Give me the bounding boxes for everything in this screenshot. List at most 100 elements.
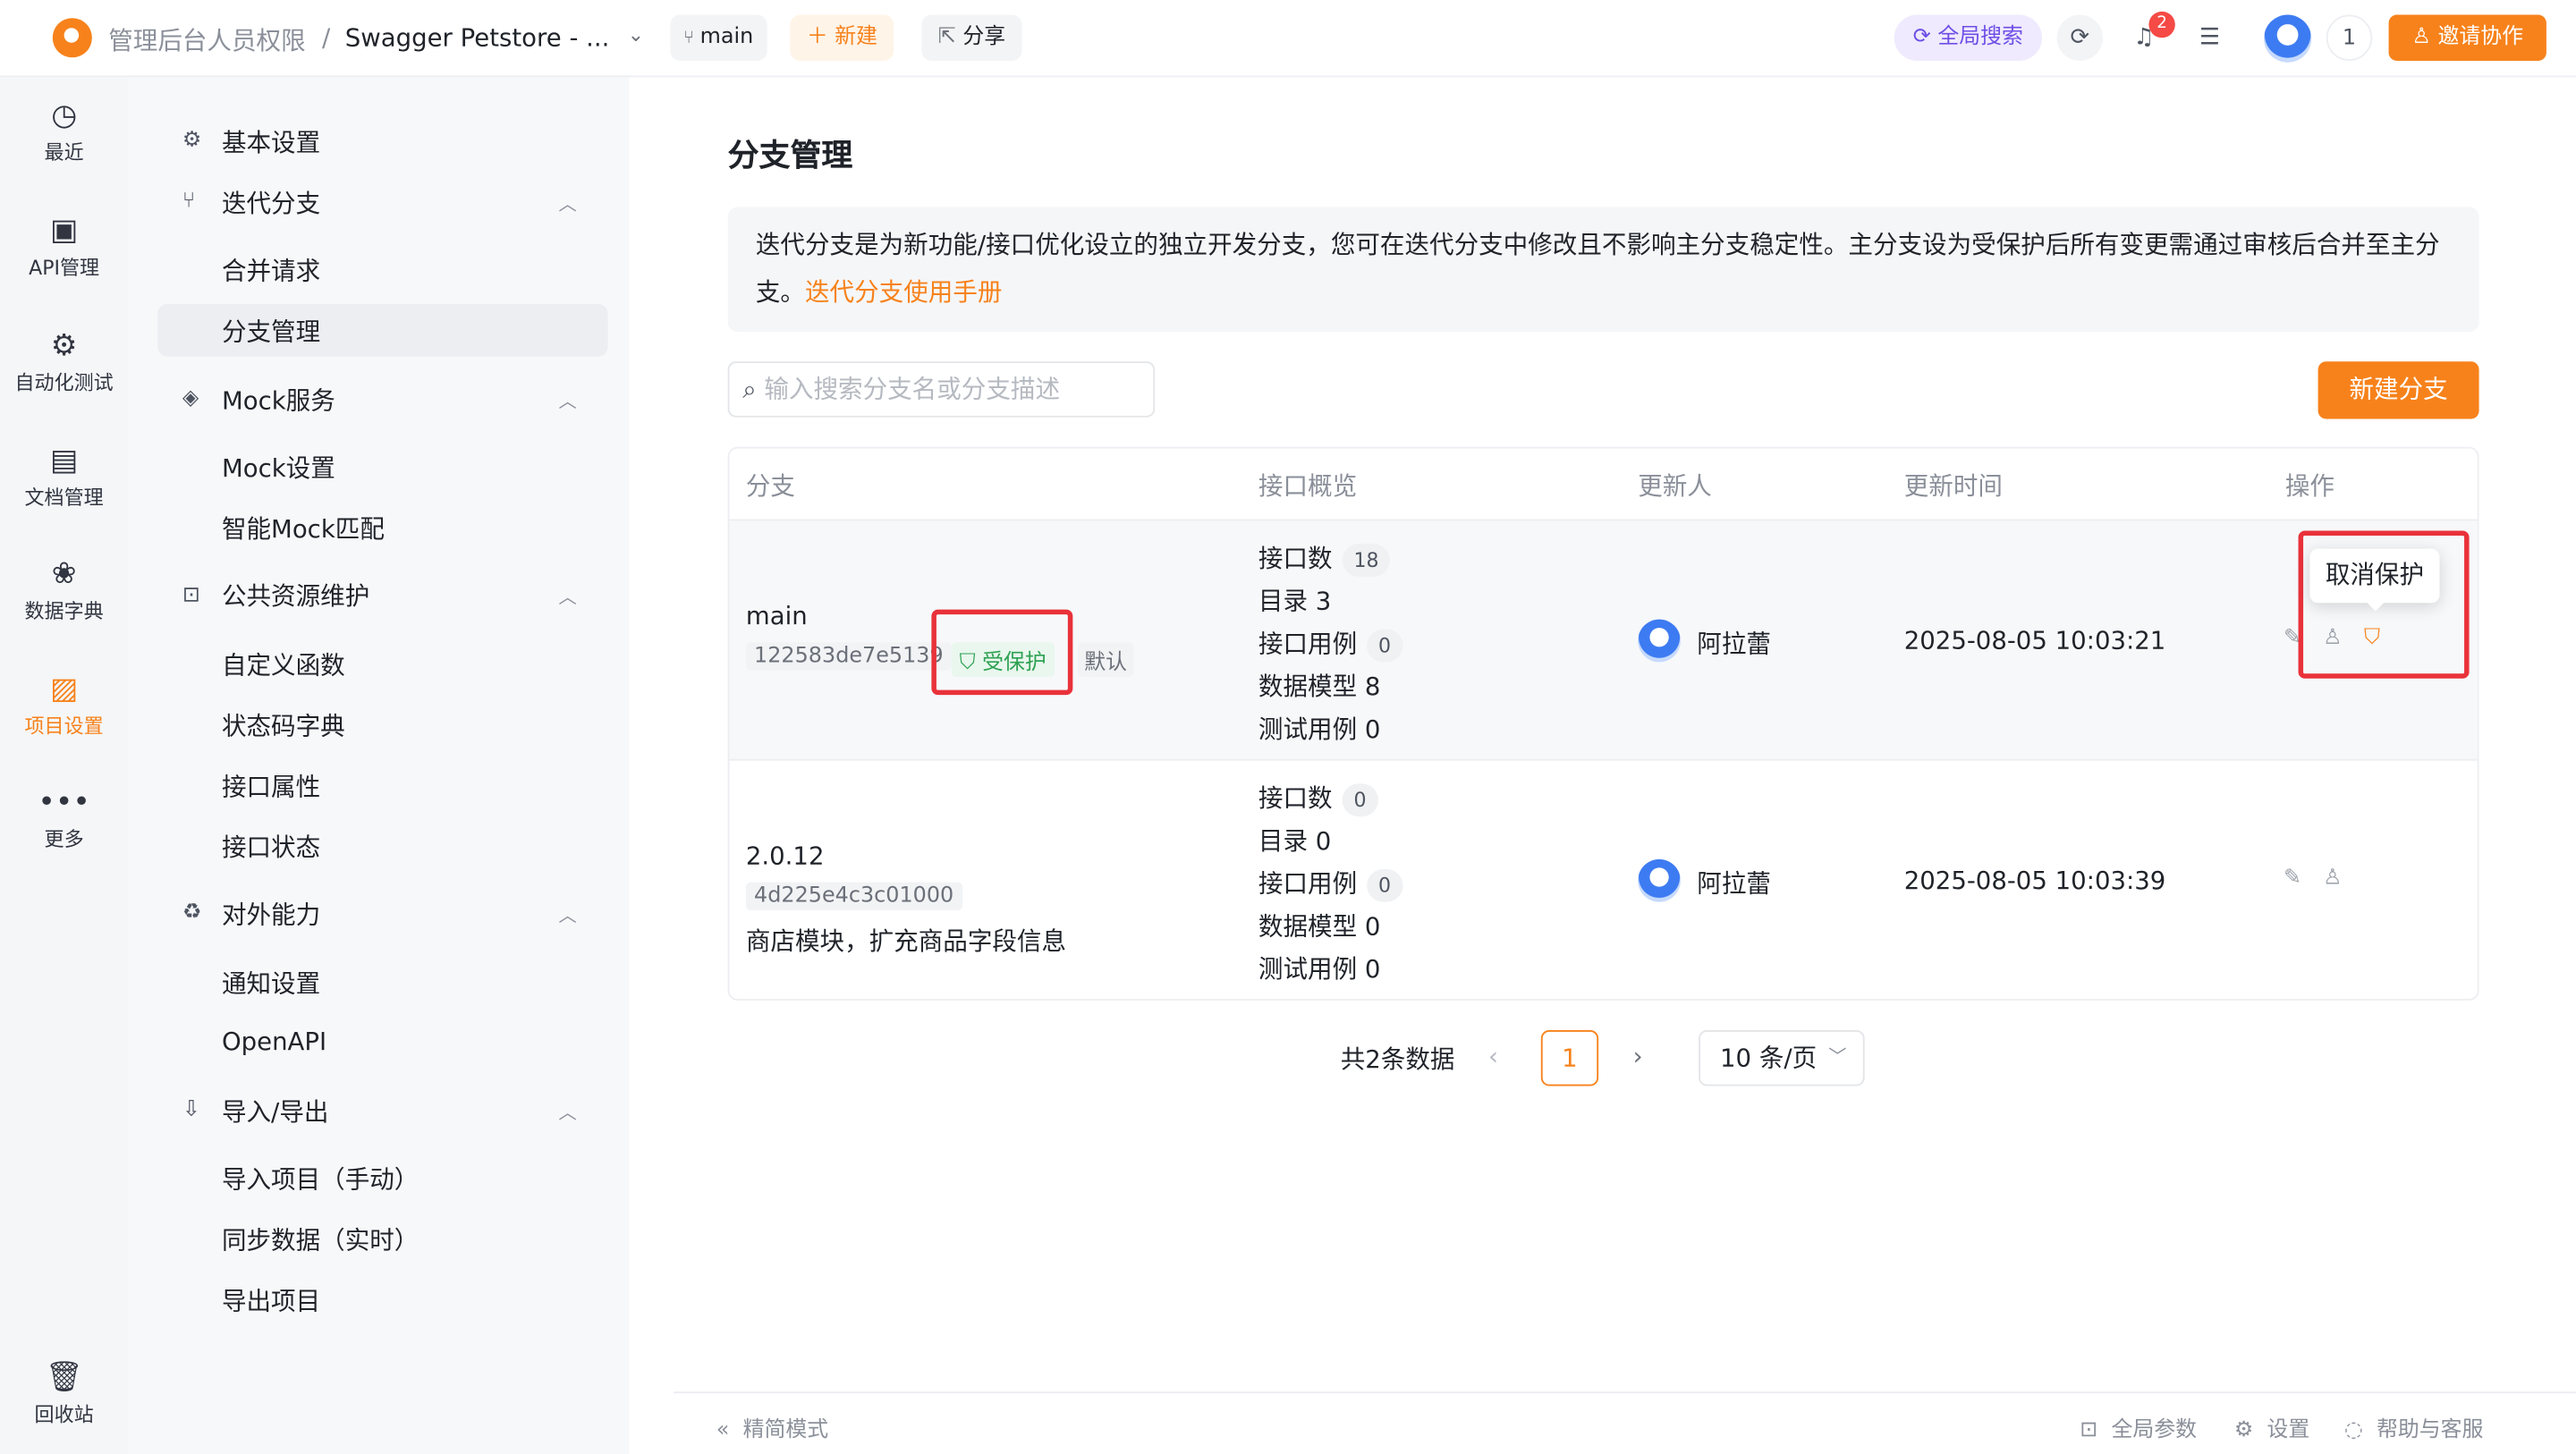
share-button[interactable]: ⇱ 分享 [921, 14, 1022, 61]
automation-icon: ⚙ [50, 328, 78, 364]
project-chevron-down-icon[interactable]: ⌄ [628, 23, 644, 46]
settings-button[interactable]: ⚙ 设置 [2234, 1411, 2309, 1443]
sidebar-group-import-export[interactable]: 导入/导出 [222, 1095, 329, 1129]
updater-name: 阿拉蕾 [1697, 868, 1771, 900]
case-count: 接口用例 0 [1258, 626, 1402, 663]
global-search-button[interactable]: ⟳ 全局搜索 [1894, 14, 2043, 61]
breadcrumb-project[interactable]: Swagger Petstore - ... [345, 23, 610, 53]
global-params-button[interactable]: ⊡ 全局参数 [2080, 1411, 2197, 1443]
sidebar-item-smart-mock[interactable]: 智能Mock匹配 [222, 511, 385, 545]
sidebar-group-iteration[interactable]: 迭代分支 [222, 186, 320, 221]
gear-icon: ⚙ [182, 128, 202, 153]
sidebar-item-import-manual[interactable]: 导入项目（手动） [222, 1162, 419, 1196]
branch-table: 分支 接口概览 更新人 更新时间 操作 main 122583de7e5139 … [727, 446, 2479, 1001]
table-row[interactable]: 2.0.12 4d225e4c3c01000 商店模块，扩充商品字段信息 接口数… [729, 761, 2477, 999]
rail-item-recent[interactable]: ◷ 最近 [0, 99, 128, 165]
model-count: 数据模型 8 [1258, 672, 1381, 702]
branch-switcher[interactable]: ⑂ main [670, 14, 767, 61]
resource-icon: ⊡ [182, 583, 200, 608]
sidebar-item-basic[interactable]: 基本设置 [222, 125, 320, 160]
rail-item-automation[interactable]: ⚙ 自动化测试 [0, 328, 128, 395]
edit-icon[interactable]: ✎ [2284, 866, 2301, 891]
help-button[interactable]: ◌ 帮助与客服 [2343, 1411, 2483, 1443]
left-rail: ◷ 最近 ▣ API管理 ⚙ 自动化测试 ▤ 文档管理 ❀ 数据字典 ▨ 项目设置 ••• 更… [0, 77, 129, 1454]
rail-label: API管理 [29, 256, 100, 280]
case-count: 接口用例 0 [1258, 866, 1402, 902]
user-avatar[interactable] [2263, 14, 2312, 63]
sidebar-item-export[interactable]: 导出项目 [222, 1283, 320, 1318]
sidebar-group-mock[interactable]: Mock服务 [222, 383, 335, 418]
sidebar-item-interface-attr[interactable]: 接口属性 [222, 769, 320, 804]
document-icon: ▤ [49, 444, 79, 478]
share-icon: ⇱ [937, 24, 963, 50]
sidebar-item-branch-management[interactable]: 分支管理 [222, 314, 320, 349]
sidebar-item-custom-function[interactable]: 自定义函数 [222, 647, 345, 682]
manual-link[interactable]: 迭代分支使用手册 [805, 278, 1002, 308]
chat-icon: ◌ [2343, 1417, 2363, 1443]
search-icon: ⟳ [1912, 24, 1938, 50]
sync-icon[interactable]: ⟳ [2056, 14, 2103, 61]
rail-label: 项目设置 [24, 714, 104, 738]
page-size-select[interactable]: 10 条/页 ﹀ [1699, 1029, 1865, 1086]
total-count: 共2条数据 [1340, 1044, 1455, 1075]
sidebar-item-sync[interactable]: 同步数据（实时） [222, 1222, 419, 1257]
sidebar-item-openapi[interactable]: OpenAPI [222, 1027, 326, 1056]
chevron-up-icon[interactable]: ︿ [558, 583, 576, 609]
chevron-up-icon[interactable]: ︿ [558, 902, 576, 928]
test-count: 测试用例 0 [1258, 714, 1381, 745]
sidebar-item-mock-settings[interactable]: Mock设置 [222, 450, 335, 485]
simple-mode-button[interactable]: « 精简模式 [716, 1411, 828, 1443]
page-title: 分支管理 [727, 138, 853, 174]
chevron-up-icon[interactable]: ︿ [558, 388, 576, 414]
top-bar: 管理后台人员权限 / Swagger Petstore - ... ⌄ ⑂ ma… [0, 0, 2576, 78]
sidebar-item-status-dict[interactable]: 状态码字典 [222, 708, 345, 743]
api-count: 接口数 0 [1258, 781, 1378, 817]
rail-item-recycle[interactable]: 🗑 回收站 [0, 1360, 128, 1427]
notification-badge: 2 [2148, 11, 2175, 38]
column-updater: 更新人 [1638, 471, 1712, 502]
avatar [1638, 619, 1681, 663]
avatar [1638, 858, 1681, 902]
branch-icon: ⑂ [683, 26, 700, 48]
branch-name: main [699, 24, 754, 50]
member-count[interactable]: 1 [2326, 14, 2373, 61]
branch-description: 商店模块，扩充商品字段信息 [745, 926, 1067, 957]
chevron-up-icon[interactable]: ︿ [558, 190, 576, 216]
collapse-icon: « [716, 1417, 730, 1443]
case-count-label: 接口用例 [1258, 629, 1358, 659]
rail-item-project-settings[interactable]: ▨ 项目设置 [0, 672, 128, 739]
branch-hash: 122583de7e5139 [745, 642, 952, 671]
message-icon[interactable]: ☰ [2186, 14, 2233, 61]
sidebar-group-external[interactable]: 对外能力 [222, 897, 320, 932]
share-label: 分享 [962, 24, 1006, 50]
rail-item-docs[interactable]: ▤ 文档管理 [0, 444, 128, 511]
sidebar-group-public[interactable]: 公共资源维护 [222, 579, 369, 613]
branch-name[interactable]: main [746, 601, 808, 630]
api-count-label: 接口数 [1258, 783, 1333, 814]
rail-item-dictionary[interactable]: ❀ 数据字典 [0, 558, 128, 624]
sidebar-item-notify[interactable]: 通知设置 [222, 966, 320, 1001]
notice-text: 迭代分支是为新功能/接口优化设立的独立开发分支，您可在迭代分支中修改且不影响主分… [755, 230, 2440, 308]
permission-user-icon[interactable]: ♙ [2323, 866, 2342, 891]
chevron-up-icon[interactable]: ︿ [558, 1099, 576, 1125]
next-page-icon[interactable]: › [1633, 1042, 1643, 1071]
new-label: 新建 [835, 24, 878, 50]
app-logo[interactable] [52, 18, 92, 58]
new-button[interactable]: ＋ 新建 [790, 14, 894, 61]
rail-item-more[interactable]: ••• 更多 [0, 785, 128, 852]
branch-name[interactable]: 2.0.12 [746, 841, 825, 871]
rail-item-api[interactable]: ▣ API管理 [0, 215, 128, 281]
sidebar-item-merge[interactable]: 合并请求 [222, 253, 320, 288]
dir-count: 目录 0 [1258, 826, 1332, 857]
trash-icon: 🗑 [45, 1360, 83, 1395]
sidebar-item-interface-status[interactable]: 接口状态 [222, 830, 320, 865]
page-number[interactable]: 1 [1540, 1029, 1599, 1086]
more-icon: ••• [38, 785, 90, 820]
info-notice: 迭代分支是为新功能/接口优化设立的独立开发分支，您可在迭代分支中修改且不影响主分… [727, 207, 2479, 333]
branch-search-input[interactable]: ⌕ 输入搜索分支名或分支描述 [727, 361, 1156, 418]
prev-page-icon[interactable]: ‹ [1488, 1042, 1498, 1071]
breadcrumb-org[interactable]: 管理后台人员权限 [108, 23, 305, 58]
new-branch-button[interactable]: 新建分支 [2318, 361, 2479, 419]
invite-button[interactable]: ♙ 邀请协作 [2388, 14, 2546, 61]
case-count-value: 0 [1367, 868, 1402, 902]
